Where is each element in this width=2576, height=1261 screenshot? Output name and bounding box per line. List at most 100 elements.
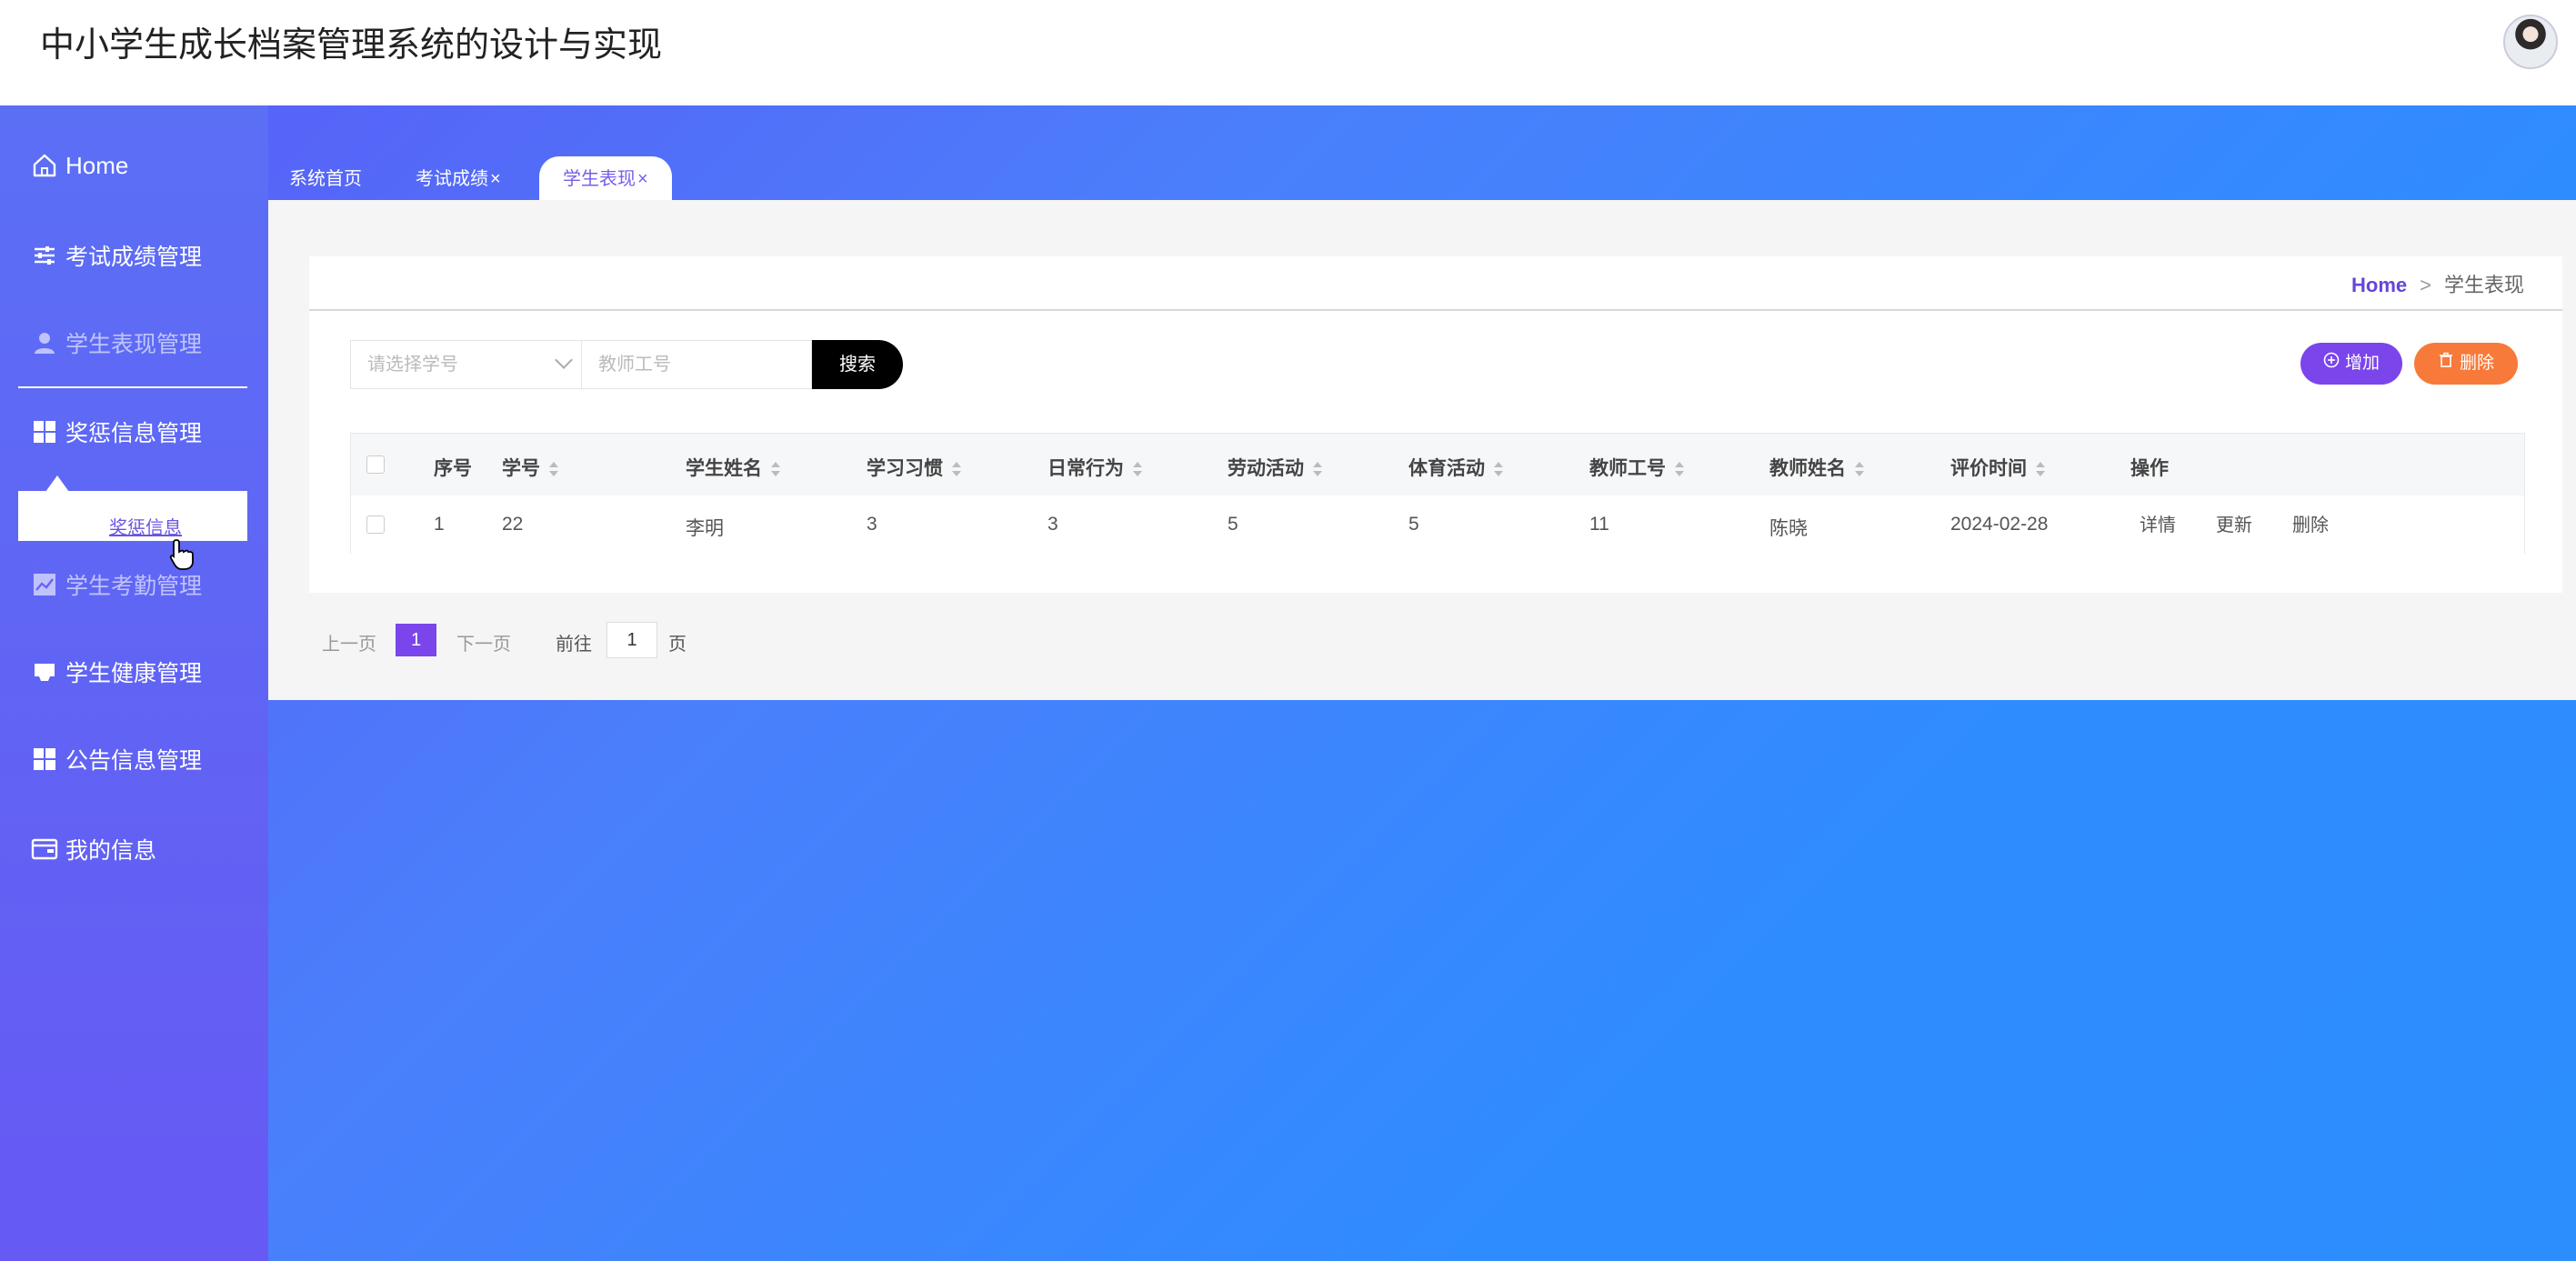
breadcrumb-current: 学生表现: [2443, 274, 2524, 296]
col-header-sortable[interactable]: 日常行为: [1047, 454, 1144, 481]
row-delete-link[interactable]: 删除: [2292, 510, 2329, 536]
prev-page-button[interactable]: 上一页: [322, 629, 376, 656]
cell-teacher-name: 陈晓: [1769, 518, 1808, 539]
sort-icon: [1133, 462, 1142, 477]
sidebar-item-label: 我的信息: [65, 838, 157, 864]
user-icon: [29, 327, 60, 358]
cell-labor: 5: [1228, 514, 1238, 535]
update-link[interactable]: 更新: [2216, 510, 2252, 536]
student-id-select[interactable]: 请选择学号: [350, 340, 581, 389]
col-header-sortable[interactable]: 评价时间: [1950, 454, 2047, 481]
sort-icon: [952, 462, 961, 477]
sidebar-item-home[interactable]: Home: [29, 143, 128, 188]
tab-student-performance[interactable]: 学生表现 ×: [539, 156, 672, 200]
sidebar-item-exam-scores[interactable]: 考试成绩管理: [29, 233, 202, 278]
col-header-sortable[interactable]: 学生姓名: [686, 454, 782, 481]
col-header-sortable[interactable]: 教师工号: [1589, 454, 1686, 481]
cell-sports: 5: [1408, 514, 1419, 535]
tab-label: 考试成绩: [416, 169, 488, 189]
divider: [309, 309, 2562, 311]
row-checkbox[interactable]: [366, 515, 385, 534]
table-header: 序号 学号 学生姓名 学习习惯 日常行为 劳动活动 体育活动 教师工号 教师姓名…: [351, 434, 2524, 495]
wallet-icon: [29, 834, 60, 865]
search-button[interactable]: 搜索: [812, 340, 903, 389]
breadcrumb-separator: >: [2420, 274, 2431, 296]
add-label: 增加: [2344, 354, 2380, 374]
select-placeholder: 请选择学号: [367, 355, 458, 375]
cell-student-id: 22: [502, 514, 524, 535]
cell-teacher-id: 11: [1589, 514, 1609, 535]
goto-label: 前往: [556, 635, 592, 655]
page-unit-label: 页: [668, 635, 687, 655]
sidebar-item-label: 学生考勤管理: [65, 574, 203, 599]
table-row: 1 22 李明 3 3 5 5 11 陈晓 2024-02-28 详情 更新 删…: [351, 495, 2524, 555]
tab-label: 系统首页: [289, 169, 362, 189]
sidebar-item-label: 公告信息管理: [65, 748, 203, 774]
grid-icon: [29, 744, 60, 775]
sort-icon: [1855, 462, 1864, 477]
grid-icon: [29, 416, 60, 447]
app-title: 中小学生成长档案管理系统的设计与实现: [40, 26, 663, 65]
plus-circle-icon: [2323, 343, 2340, 385]
box-icon: [29, 656, 60, 687]
close-icon[interactable]: ×: [637, 169, 648, 189]
col-header-sortable[interactable]: 体育活动: [1408, 454, 1505, 481]
add-button[interactable]: 增加: [2300, 343, 2402, 385]
sort-icon: [1494, 462, 1503, 477]
sidebar-item-announcements[interactable]: 公告信息管理: [29, 736, 202, 782]
submenu-item-rewards-info[interactable]: 奖惩信息: [109, 513, 182, 539]
goto-page-input[interactable]: 1: [606, 622, 657, 658]
nav-divider: [18, 386, 247, 388]
avatar[interactable]: [2503, 15, 2558, 69]
breadcrumb: Home > 学生表现: [2351, 269, 2524, 298]
content-area: Home > 学生表现 请选择学号 教师工号 搜索 增加 删除 序号 学号 学生姓名…: [268, 200, 2576, 700]
col-header-sortable[interactable]: 学号: [502, 454, 560, 481]
sidebar-item-label: 考试成绩管理: [65, 245, 203, 270]
col-header-sortable[interactable]: 劳动活动: [1228, 454, 1324, 481]
tab-exam-scores[interactable]: 考试成绩 ×: [416, 156, 501, 200]
sidebar-item-label: Home: [65, 151, 129, 179]
page-number-current[interactable]: 1: [396, 624, 436, 656]
col-header: 序号: [434, 458, 472, 479]
input-placeholder: 教师工号: [598, 355, 671, 375]
sidebar-item-label: 奖惩信息管理: [65, 421, 203, 446]
col-header-sortable[interactable]: 教师姓名: [1769, 454, 1866, 481]
chart-icon: [29, 569, 60, 600]
sliders-icon: [29, 240, 60, 271]
detail-link[interactable]: 详情: [2140, 510, 2176, 536]
cell-index: 1: [434, 514, 445, 535]
home-icon: [29, 150, 60, 181]
cell-student-name: 李明: [686, 518, 724, 539]
tab-label: 学生表现: [563, 169, 636, 189]
sidebar-item-attendance[interactable]: 学生考勤管理: [29, 562, 202, 607]
cell-daily-behavior: 3: [1047, 514, 1058, 535]
col-header-sortable[interactable]: 学习习惯: [867, 454, 963, 481]
data-table: 序号 学号 学生姓名 学习习惯 日常行为 劳动活动 体育活动 教师工号 教师姓名…: [350, 433, 2525, 555]
next-page-button[interactable]: 下一页: [456, 629, 511, 656]
sidebar-item-label: 学生健康管理: [65, 661, 203, 686]
close-icon[interactable]: ×: [490, 169, 501, 189]
sort-icon: [2036, 462, 2045, 477]
sidebar-item-rewards[interactable]: 奖惩信息管理: [29, 409, 202, 455]
breadcrumb-home[interactable]: Home: [2351, 274, 2407, 296]
sidebar-item-student-performance[interactable]: 学生表现管理: [29, 320, 202, 365]
sort-icon: [549, 462, 558, 477]
sidebar-item-label: 学生表现管理: [65, 332, 203, 357]
chevron-down-icon: [555, 351, 573, 369]
main-card: Home > 学生表现 请选择学号 教师工号 搜索 增加 删除 序号 学号 学生姓名…: [309, 256, 2562, 593]
top-bar: 中小学生成长档案管理系统的设计与实现: [0, 0, 2576, 105]
trash-icon: [2438, 343, 2454, 385]
submenu-pointer: [45, 475, 69, 492]
sidebar-item-my-info[interactable]: 我的信息: [29, 826, 156, 872]
delete-button[interactable]: 删除: [2414, 343, 2518, 385]
sidebar-item-health[interactable]: 学生健康管理: [29, 649, 202, 695]
cell-eval-time: 2024-02-28: [1950, 514, 2049, 535]
teacher-id-input[interactable]: 教师工号: [581, 340, 812, 389]
col-header: 操作: [2130, 458, 2169, 479]
tab-home[interactable]: 系统首页: [289, 156, 362, 200]
sort-icon: [771, 462, 780, 477]
sort-icon: [1675, 462, 1684, 477]
cell-study-habit: 3: [867, 514, 877, 535]
sort-icon: [1313, 462, 1322, 477]
select-all-checkbox[interactable]: [366, 455, 385, 474]
